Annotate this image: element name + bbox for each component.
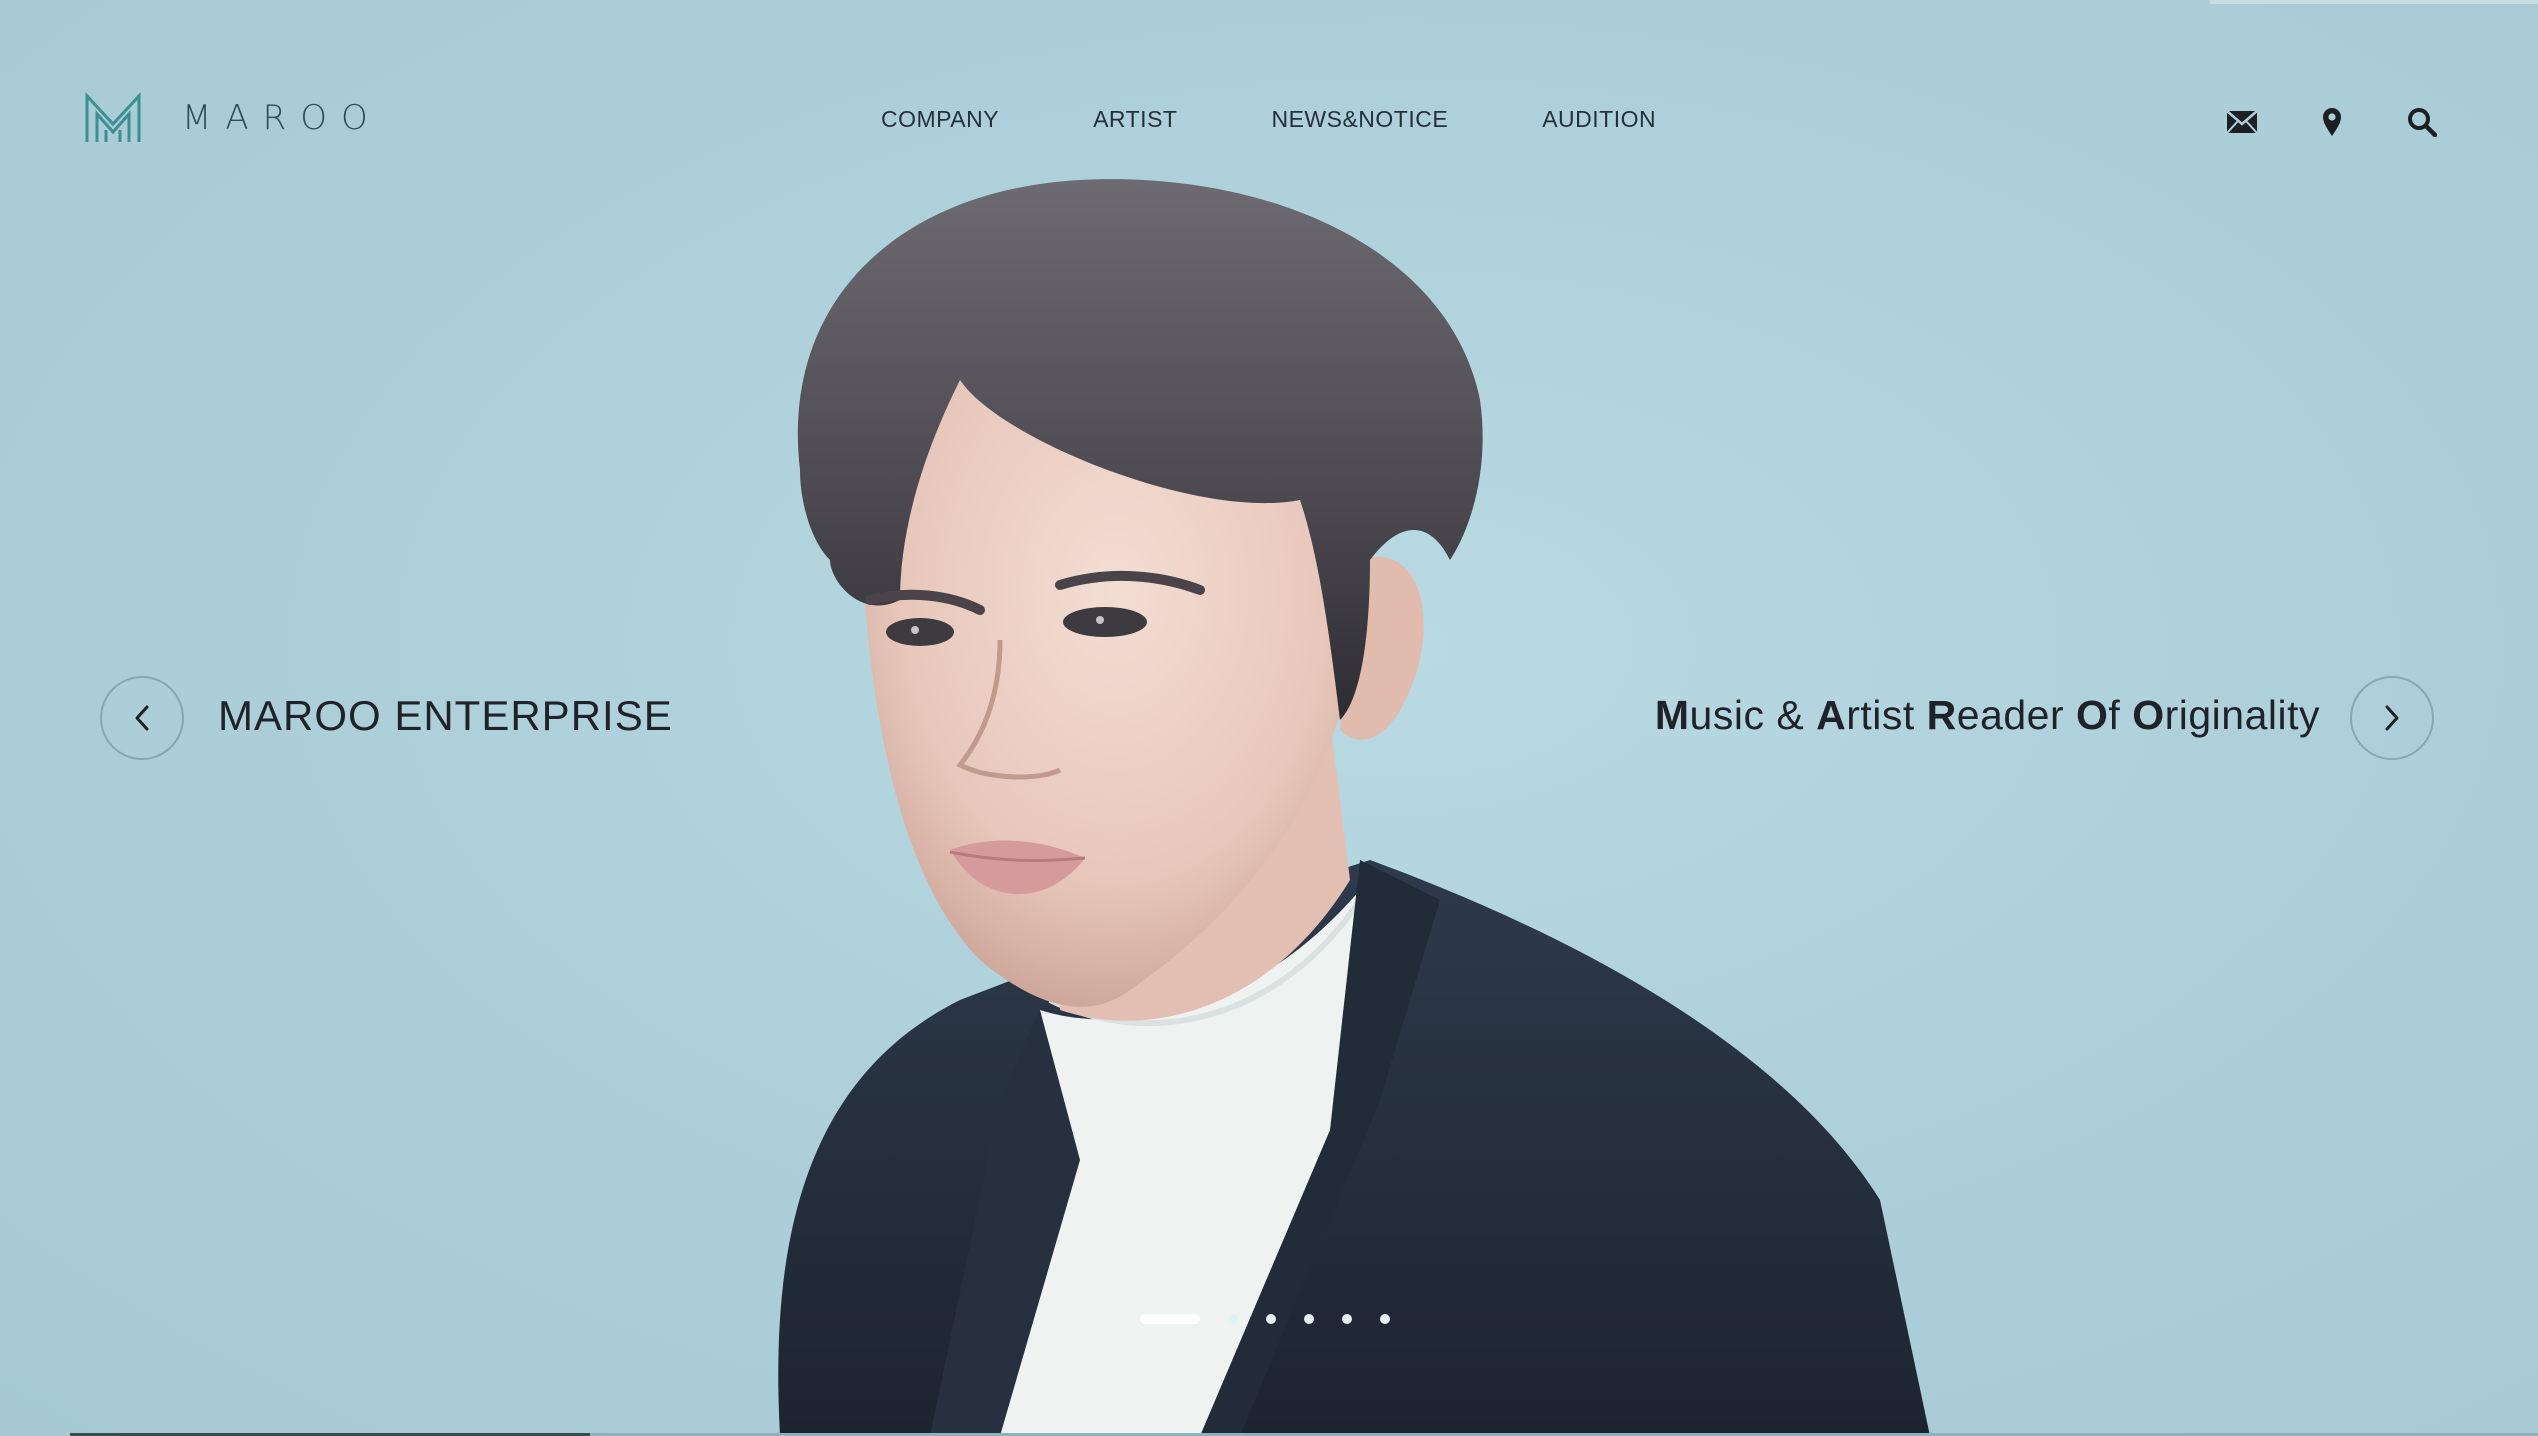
tagline-word-originality: riginality	[2164, 692, 2320, 738]
maroo-m-logo-icon	[85, 92, 141, 142]
nav-item-artist[interactable]: ARTIST	[1093, 106, 1177, 133]
tagline-initial-o1: O	[2076, 692, 2109, 738]
hero-caption: MAROO ENTERPRISE	[218, 692, 673, 739]
nav-item-audition[interactable]: AUDITION	[1542, 106, 1656, 133]
slider-prev-button[interactable]	[100, 676, 184, 760]
main-nav: COMPANY ARTIST NEWS&NOTICE AUDITION	[881, 106, 1656, 133]
tagline-word-music: usic &	[1689, 692, 1817, 738]
slider-dot-4[interactable]	[1304, 1314, 1314, 1324]
tagline-word-of: f	[2108, 692, 2133, 738]
tagline-initial-m: M	[1654, 692, 1690, 738]
nav-item-news-notice[interactable]: NEWS&NOTICE	[1271, 106, 1448, 133]
nav-item-company[interactable]: COMPANY	[881, 106, 999, 133]
slider-dot-3[interactable]	[1266, 1314, 1276, 1324]
slider-dot-5[interactable]	[1342, 1314, 1352, 1324]
slider-dot-1[interactable]	[1140, 1314, 1200, 1324]
hero-tagline: Music & Artist Reader Of Originality	[1655, 692, 2320, 739]
tagline-initial-a: A	[1816, 692, 1847, 738]
search-icon[interactable]	[2404, 104, 2440, 140]
slider-next-button[interactable]	[2350, 676, 2434, 760]
mail-icon[interactable]	[2224, 104, 2260, 140]
tagline-initial-r: R	[1926, 692, 1957, 738]
header-icon-group	[2224, 104, 2440, 140]
location-pin-icon[interactable]	[2314, 104, 2350, 140]
hero-banner: MAROO COMPANY ARTIST NEWS&NOTICE AUDITIO…	[0, 0, 2538, 1436]
tagline-initial-o2: O	[2132, 692, 2165, 738]
tagline-word-reader: eader	[1956, 692, 2076, 738]
brand-name: MAROO	[182, 98, 382, 138]
chevron-right-icon	[2385, 705, 2399, 731]
chevron-left-icon	[135, 705, 149, 731]
maroo-logo[interactable]: MAROO	[84, 92, 382, 144]
slider-dot-2[interactable]	[1228, 1314, 1238, 1324]
tagline-word-artist: rtist	[1846, 692, 1927, 738]
slider-pagination	[1140, 1314, 1390, 1324]
slider-dot-6[interactable]	[1380, 1314, 1390, 1324]
